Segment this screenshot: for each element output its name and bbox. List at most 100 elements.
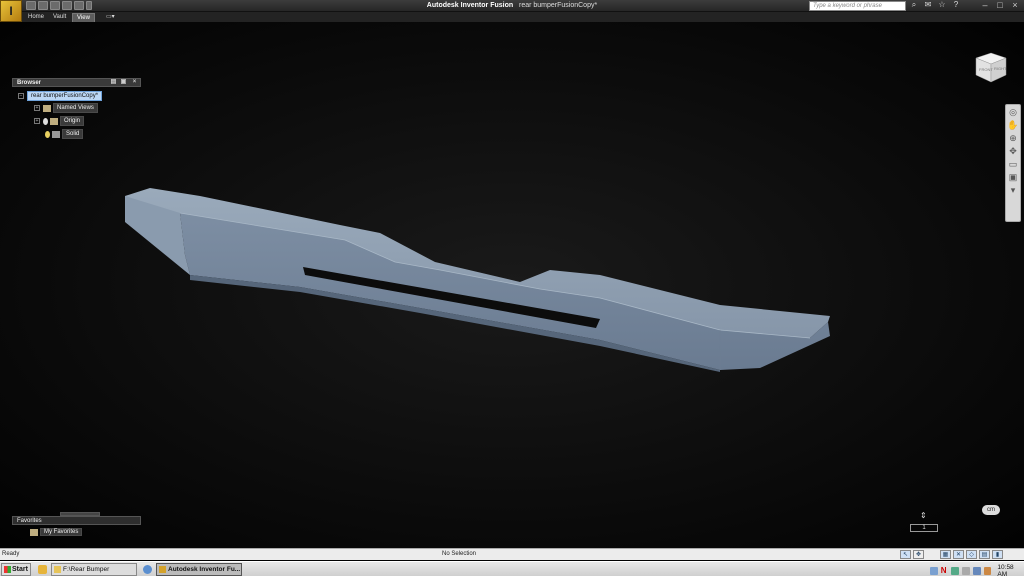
effects-button[interactable]: Effects xyxy=(316,25,340,49)
view-cube[interactable]: FRONT RIGHT xyxy=(972,48,1010,88)
ribbon-options-icon[interactable]: ▭▾ xyxy=(102,13,119,22)
tab-view[interactable]: View xyxy=(72,13,95,22)
communication-icon[interactable]: ✉ xyxy=(924,1,932,9)
taskbar-item-inventor-fusion[interactable]: Autodesk Inventor Fu... xyxy=(156,563,242,576)
close-icon[interactable]: × xyxy=(1010,1,1020,10)
explorer-quicklaunch-icon[interactable] xyxy=(38,565,47,574)
tab-home[interactable]: Home xyxy=(24,13,48,22)
minimize-icon[interactable]: – xyxy=(980,1,990,10)
rear-bumper-model[interactable] xyxy=(125,188,830,372)
view-cube-right-label: RIGHT xyxy=(994,66,1007,71)
model-viewport[interactable] xyxy=(0,0,1024,576)
qat-dropdown-icon[interactable] xyxy=(86,1,92,10)
steering-wheel-icon[interactable]: ◎ xyxy=(1007,107,1019,118)
save-icon[interactable] xyxy=(50,1,60,10)
view-cube-front-label: FRONT xyxy=(979,67,993,72)
free-orbit-label: Free Orbit xyxy=(7,43,33,49)
navbar-options-icon[interactable]: ▾ xyxy=(1007,185,1019,196)
zoom-window-label: Zoom Window xyxy=(96,41,132,47)
tree-item-named-views[interactable]: + Named Views xyxy=(34,103,98,113)
system-tray: N 10:58 AM xyxy=(930,564,1024,576)
browser-panel: Browser ▤ ▣ × − rear bumperFusionCopy* +… xyxy=(12,78,141,516)
effects-icon xyxy=(322,26,334,38)
zoom-button[interactable]: Zoom xyxy=(61,25,83,49)
free-orbit-button[interactable]: Free Orbit xyxy=(5,25,35,49)
material-group-label: Material xyxy=(393,64,420,73)
ribbon-tabs: Home Vault View ▭▾ xyxy=(0,12,1024,22)
browser-menu-icon[interactable]: ▤ xyxy=(110,79,117,86)
undo-icon[interactable] xyxy=(62,1,72,10)
new-icon[interactable] xyxy=(26,1,36,10)
tab-vault[interactable]: Vault xyxy=(49,13,70,22)
browser-quicklaunch-icon[interactable] xyxy=(143,565,152,574)
navigation-bar: ◎ ✋ ⊕ ✥ ▭ ▣ ▾ xyxy=(1005,104,1021,222)
navigate-group-label: Navigate xyxy=(1,64,163,73)
tray-app-icon[interactable] xyxy=(972,567,981,575)
browser-pin-icon[interactable]: ▣ xyxy=(120,79,127,86)
redo-icon[interactable] xyxy=(74,1,84,10)
favorites-header: Favorites xyxy=(12,516,141,525)
grid-icon[interactable]: ▦ xyxy=(940,550,951,559)
user-interface-icon xyxy=(361,26,375,38)
tray-app-icon[interactable] xyxy=(962,567,970,575)
orbit-icon xyxy=(14,26,26,38)
maximize-icon[interactable]: □ xyxy=(995,1,1005,10)
browser-header: Browser ▤ ▣ × xyxy=(12,78,141,87)
record-icon[interactable]: ▣ xyxy=(1007,172,1019,183)
look-at-button[interactable]: Look at xyxy=(139,25,163,49)
panel-splitter[interactable] xyxy=(60,512,100,516)
expand-icon[interactable]: + xyxy=(34,105,40,111)
material-button[interactable]: Material xyxy=(394,25,419,49)
user-interface-button[interactable]: User Interface xyxy=(346,25,390,49)
browser-close-icon[interactable]: × xyxy=(131,79,138,86)
realistic-button[interactable]: Realistic xyxy=(250,25,278,49)
help-icon[interactable]: ? xyxy=(952,1,960,9)
triad-icon[interactable]: ◇ xyxy=(966,550,977,559)
lightbulb-icon[interactable] xyxy=(43,117,48,125)
zoom-all-button[interactable]: Zoom All xyxy=(85,25,117,37)
transform-icon[interactable]: ✥ xyxy=(913,550,924,559)
background-button[interactable]: Background xyxy=(280,25,314,49)
binoculars-icon[interactable]: ⌕ xyxy=(910,1,918,9)
tree-item-origin[interactable]: + Origin xyxy=(34,116,85,126)
tree-item-solid[interactable]: Solid xyxy=(45,129,84,139)
hand-icon xyxy=(45,26,55,39)
volume-icon[interactable] xyxy=(983,567,992,575)
look-icon[interactable]: ▭ xyxy=(1007,159,1019,170)
star-icon[interactable]: ☆ xyxy=(938,1,946,9)
start-button[interactable]: Start xyxy=(1,563,31,576)
effects-label: Effects xyxy=(319,43,337,49)
display-icon[interactable]: ▤ xyxy=(979,550,990,559)
units-badge[interactable]: cm xyxy=(982,505,1000,515)
slice-graphics-button[interactable]: Slice Graphics xyxy=(166,25,204,49)
zoom-icon[interactable]: ⊕ xyxy=(1007,133,1019,144)
network-icon[interactable] xyxy=(930,567,938,575)
app-menu-button[interactable]: I xyxy=(0,0,22,22)
performance-icon[interactable]: ▮ xyxy=(992,550,1003,559)
tree-root[interactable]: − rear bumperFusionCopy* xyxy=(18,91,103,101)
collapse-icon[interactable]: − xyxy=(18,93,24,99)
select-icon[interactable]: ↖ xyxy=(900,550,911,559)
background-icon xyxy=(291,26,303,38)
zoom-window-button[interactable]: Zoom Window xyxy=(85,38,131,50)
antivirus-icon[interactable]: N xyxy=(941,567,949,575)
clock[interactable]: 10:58 AM xyxy=(997,564,1024,576)
zoom-all-icon xyxy=(85,27,93,35)
pan-button[interactable]: Pan xyxy=(39,25,61,49)
window-controls: – □ × xyxy=(980,1,1020,10)
search-input[interactable] xyxy=(809,1,906,11)
expand-icon[interactable]: + xyxy=(34,118,40,124)
favorites-panel: Favorites My Favorites xyxy=(12,512,141,544)
pan-icon[interactable]: ✋ xyxy=(1007,120,1019,131)
tray-app-icon[interactable] xyxy=(951,567,960,575)
orbit-icon[interactable]: ✥ xyxy=(1007,146,1019,157)
my-favorites-item[interactable]: My Favorites xyxy=(30,528,83,536)
snap-icon[interactable]: ✕ xyxy=(953,550,964,559)
open-icon[interactable] xyxy=(38,1,48,10)
zoom-selected-button[interactable]: Zoom Selected xyxy=(85,51,133,63)
lightbulb-icon[interactable] xyxy=(45,130,50,138)
folder-icon xyxy=(43,104,51,112)
scale-value[interactable]: 1 xyxy=(910,524,938,532)
orthographic-button[interactable]: Orthographic xyxy=(206,25,246,49)
taskbar-item-rear-bumper[interactable]: F:\Rear Bumper xyxy=(51,563,137,576)
